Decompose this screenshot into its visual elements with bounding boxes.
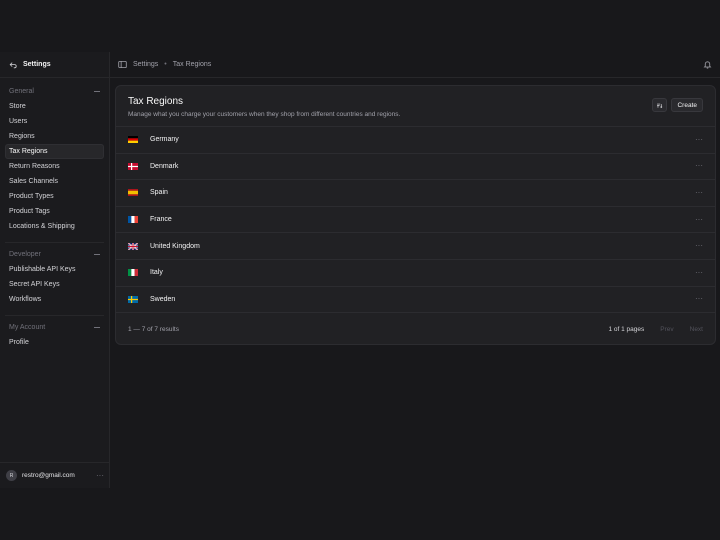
flag-es-icon <box>128 189 138 197</box>
sidebar-item-sales-channels[interactable]: Sales Channels <box>5 174 104 189</box>
tax-regions-list: Germany ··· Denmark ··· Spain ··· France ··· Uni… <box>116 127 715 314</box>
region-name: Italy <box>150 269 163 277</box>
collapse-icon[interactable] <box>94 254 100 255</box>
tax-region-row-denmark[interactable]: Denmark ··· <box>116 154 715 181</box>
pagination: 1 — 7 of 7 results 1 of 1 pages Prev Nex… <box>116 313 715 345</box>
user-menu[interactable]: R restro@gmail.com ··· <box>0 462 110 488</box>
row-actions-icon[interactable]: ··· <box>695 242 703 250</box>
sidebar-divider <box>5 315 104 316</box>
sidebar-section-title: My Account <box>9 324 46 331</box>
page-subtitle: Manage what you charge your customers wh… <box>128 111 401 118</box>
settings-label: Settings <box>23 61 51 68</box>
main-content: Settings • Tax Regions Tax Regions Manag… <box>110 52 720 488</box>
sidebar-item-profile[interactable]: Profile <box>5 335 104 350</box>
bottom-band <box>0 488 720 540</box>
sidebar-section-developer[interactable]: Developer <box>5 247 104 262</box>
sidebar-section-title: General <box>9 88 34 95</box>
back-arrow-icon <box>9 61 17 68</box>
sidebar: Settings General Store Users Regions Tax Reg… <box>0 52 110 488</box>
tax-region-row-sweden[interactable]: Sweden ··· <box>116 287 715 314</box>
create-button[interactable]: Create <box>671 98 703 112</box>
row-actions-icon[interactable]: ··· <box>695 135 703 144</box>
prev-button[interactable]: Prev <box>660 326 673 333</box>
avatar: R <box>6 470 17 481</box>
flag-fr-icon <box>128 216 138 224</box>
row-actions-icon[interactable]: ··· <box>695 295 703 303</box>
sidebar-item-regions[interactable]: Regions <box>5 129 104 144</box>
sidebar-item-product-tags[interactable]: Product Tags <box>5 204 104 219</box>
header-actions: Create <box>652 98 703 112</box>
bell-icon[interactable] <box>703 60 712 69</box>
row-actions-icon[interactable]: ··· <box>695 268 703 277</box>
sidebar-sections: General Store Users Regions Tax Regions Retur… <box>0 84 109 350</box>
sidebar-section-my-account[interactable]: My Account <box>5 320 104 335</box>
sidebar-item-return-reasons[interactable]: Return Reasons <box>5 159 104 174</box>
sidebar-item-product-types[interactable]: Product Types <box>5 189 104 204</box>
user-email: restro@gmail.com <box>22 472 75 479</box>
flag-gb-icon <box>128 242 138 250</box>
tax-region-row-united-kingdom[interactable]: United Kingdom ··· <box>116 233 715 260</box>
row-actions-icon[interactable]: ··· <box>695 215 703 224</box>
tax-region-row-italy[interactable]: Italy ··· <box>116 260 715 287</box>
sidebar-item-locations-and-shipping[interactable]: Locations & Shipping <box>5 219 104 234</box>
breadcrumb-settings[interactable]: Settings <box>133 61 158 68</box>
card-header: Tax Regions Manage what you charge your … <box>116 86 715 127</box>
sidebar-section-title: Developer <box>9 251 41 258</box>
sidebar-item-secret-api-keys[interactable]: Secret API Keys <box>5 277 104 292</box>
sidebar-item-tax-regions[interactable]: Tax Regions <box>5 144 104 159</box>
row-actions-icon[interactable]: ··· <box>695 162 703 170</box>
breadcrumb: Settings • Tax Regions <box>110 52 720 78</box>
collapse-icon[interactable] <box>94 91 100 92</box>
app-window: Settings General Store Users Regions Tax Reg… <box>0 52 720 488</box>
flag-se-icon <box>128 295 138 303</box>
sidebar-item-store[interactable]: Store <box>5 99 104 114</box>
region-name: United Kingdom <box>150 242 200 250</box>
flag-dk-icon <box>128 162 138 170</box>
more-icon[interactable]: ··· <box>96 471 104 480</box>
flag-de-icon <box>128 136 138 144</box>
next-button[interactable]: Next <box>690 326 703 333</box>
collapse-icon[interactable] <box>94 327 100 328</box>
settings-back-button[interactable]: Settings <box>0 52 109 78</box>
tax-region-row-germany[interactable]: Germany ··· <box>116 127 715 154</box>
sidebar-toggle-icon[interactable] <box>118 60 127 69</box>
sidebar-item-users[interactable]: Users <box>5 114 104 129</box>
page-title: Tax Regions <box>128 96 184 107</box>
sidebar-section-general[interactable]: General <box>5 84 104 99</box>
tax-region-row-spain[interactable]: Spain ··· <box>116 180 715 207</box>
tax-regions-card: Tax Regions Manage what you charge your … <box>115 85 716 345</box>
breadcrumb-separator: • <box>164 61 167 68</box>
region-name: Germany <box>150 136 179 144</box>
region-name: Sweden <box>150 295 176 303</box>
sort-icon <box>657 103 663 108</box>
region-name: France <box>150 216 172 224</box>
region-name: Spain <box>150 189 168 197</box>
breadcrumb-tax-regions: Tax Regions <box>172 61 212 68</box>
page-count: 1 of 1 pages <box>608 325 645 333</box>
results-count: 1 — 7 of 7 results <box>128 325 179 333</box>
region-name: Denmark <box>150 162 179 170</box>
sort-button[interactable] <box>652 98 668 112</box>
sidebar-item-publishable-api-keys[interactable]: Publishable API Keys <box>5 262 104 277</box>
sidebar-divider <box>5 242 104 243</box>
row-actions-icon[interactable]: ··· <box>695 188 703 197</box>
top-band <box>0 0 720 52</box>
sidebar-item-workflows[interactable]: Workflows <box>5 292 104 307</box>
tax-region-row-france[interactable]: France ··· <box>116 207 715 234</box>
flag-it-icon <box>128 269 138 277</box>
